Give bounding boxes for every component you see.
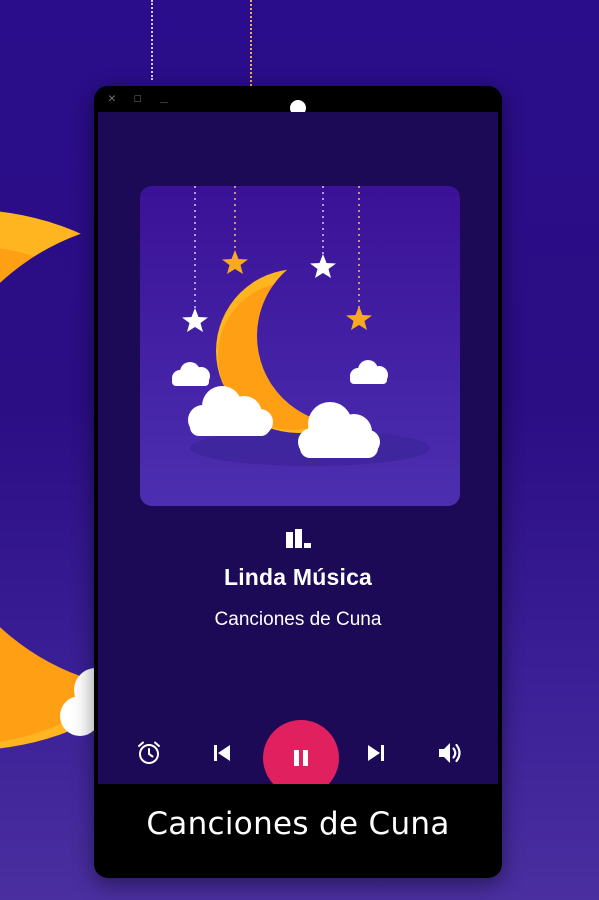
maximize-icon[interactable]: ☐ <box>134 92 142 106</box>
track-title: Linda Música <box>223 564 373 590</box>
alarm-clock-icon <box>138 741 160 764</box>
playback-controls <box>98 720 498 784</box>
equalizer-icon <box>286 529 311 548</box>
caption-banner: Canciones de Cuna <box>146 806 450 842</box>
player-window: ✕ ☐ _ Linda Música Canciones de Cuna Can… <box>94 86 502 878</box>
close-icon[interactable]: ✕ <box>108 92 116 106</box>
skip-previous-icon <box>214 745 230 761</box>
volume-button[interactable] <box>434 738 466 768</box>
volume-icon <box>439 743 461 763</box>
track-artist: Canciones de Cuna <box>214 609 382 630</box>
skip-next-icon <box>368 745 384 761</box>
album-cover-illustration <box>140 186 460 506</box>
next-button[interactable] <box>361 738 391 768</box>
pause-icon <box>294 750 308 766</box>
window-titlebar: ✕ ☐ _ <box>94 86 502 116</box>
player-screen: Linda Música Canciones de Cuna <box>98 112 498 784</box>
previous-button[interactable] <box>207 738 237 768</box>
minimize-icon[interactable]: _ <box>160 90 168 104</box>
alarm-button[interactable] <box>134 738 164 768</box>
pause-button[interactable] <box>263 720 339 784</box>
album-cover <box>140 186 460 506</box>
